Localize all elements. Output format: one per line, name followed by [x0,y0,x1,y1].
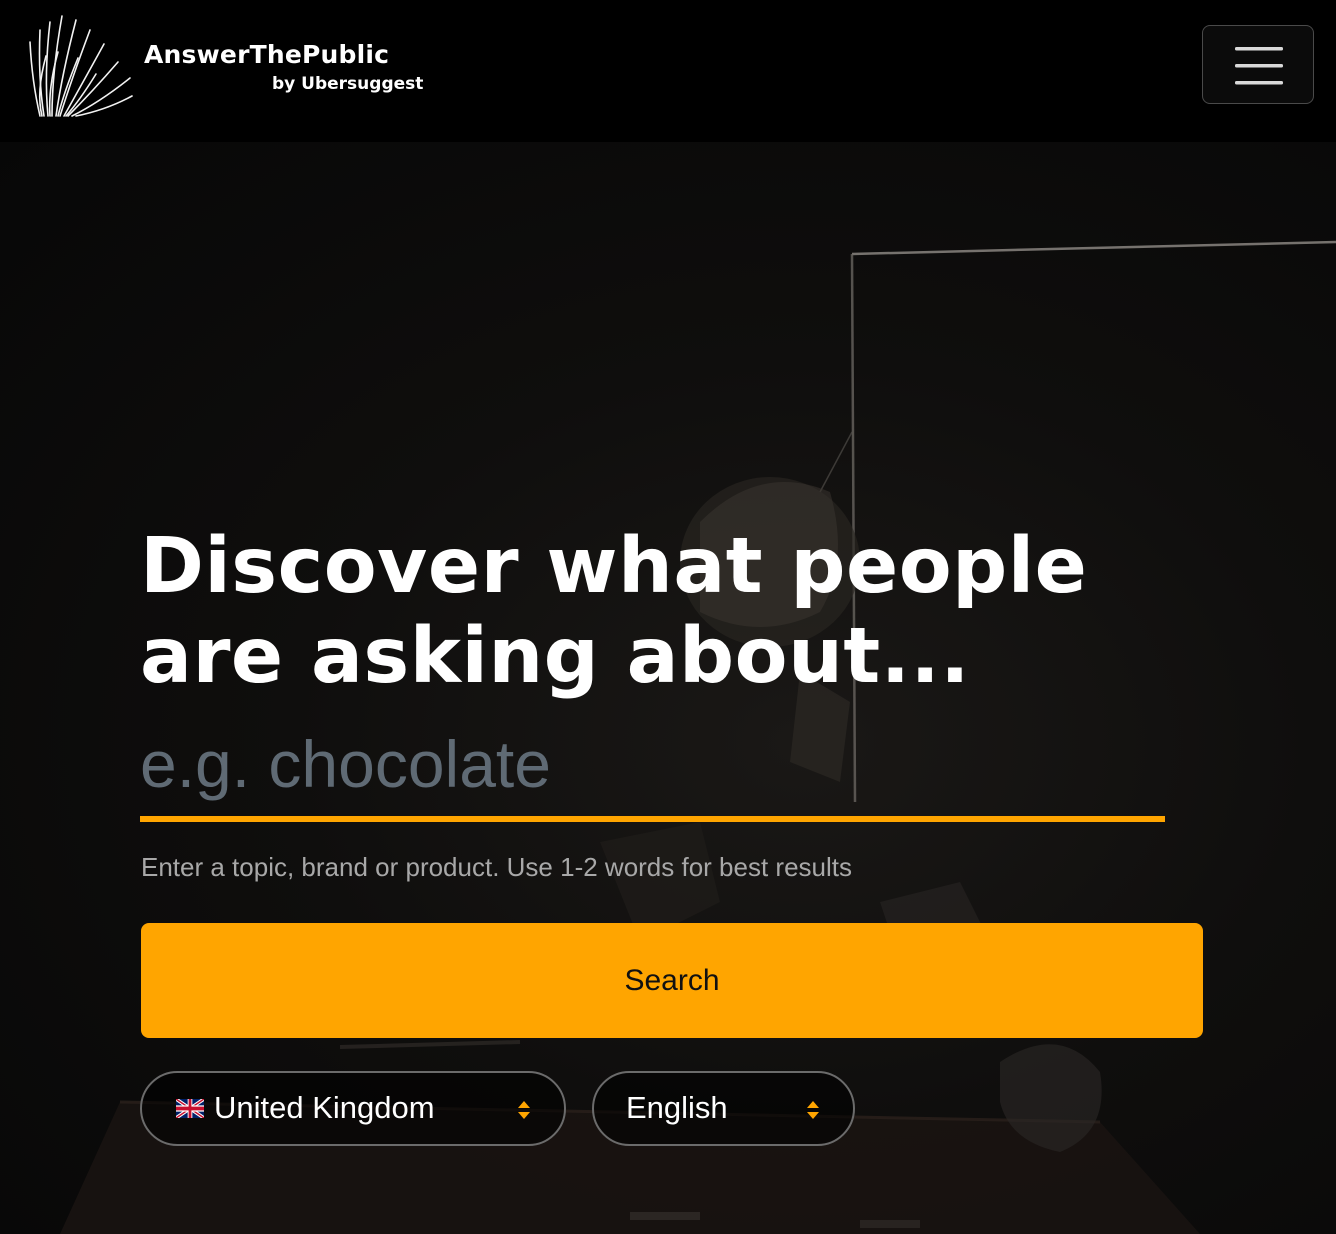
country-value: United Kingdom [214,1090,435,1125]
headline-line-2: are asking about... [140,612,970,701]
brand-burst-icon [29,15,133,117]
brand-logo-link[interactable]: AnswerThePublic by Ubersuggest [26,12,446,122]
brand-name: AnswerThePublic [144,40,390,69]
hero-headline: Discover what people are asking about... [140,522,1200,702]
language-select[interactable]: English [592,1071,855,1146]
country-select[interactable]: United Kingdom [140,1071,566,1146]
sort-caret-icon [807,1101,819,1119]
top-navigation-bar: AnswerThePublic by Ubersuggest [0,0,1336,142]
menu-button[interactable] [1202,25,1314,104]
search-hint-text: Enter a topic, brand or product. Use 1-2… [141,852,853,882]
hamburger-menu-icon [1235,47,1283,85]
uk-flag-icon [176,1099,204,1118]
language-value: English [626,1090,728,1125]
page: AnswerThePublic by Ubersuggest Discover … [0,0,1336,1234]
brand-subtitle: by Ubersuggest [272,74,424,94]
headline-line-1: Discover what people [140,522,1088,611]
hero-section: Discover what people are asking about...… [0,142,1336,1234]
search-button[interactable]: Search [141,923,1203,1038]
sort-caret-icon [518,1101,530,1119]
topic-search-input[interactable] [140,722,1165,822]
